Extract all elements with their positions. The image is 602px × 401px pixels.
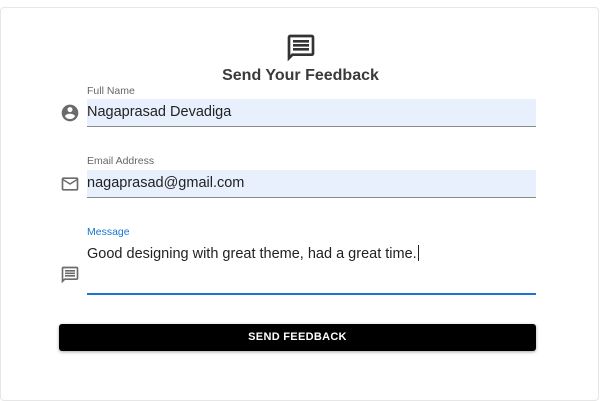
email-field[interactable]: nagaprasad@gmail.com — [87, 170, 536, 198]
email-label: Email Address — [87, 155, 155, 167]
mail-icon — [61, 177, 79, 191]
account-circle-icon — [61, 104, 79, 122]
comment-icon — [61, 266, 79, 284]
form-title: Send Your Feedback — [222, 67, 379, 84]
send-feedback-button[interactable]: SEND FEEDBACK — [59, 324, 536, 351]
message-icon — [287, 34, 315, 62]
full-name-label: Full Name — [87, 85, 135, 97]
email-value: nagaprasad@gmail.com — [87, 175, 245, 191]
full-name-field[interactable]: Nagaprasad Devadiga — [87, 99, 536, 127]
full-name-value: Nagaprasad Devadiga — [87, 104, 232, 120]
message-label: Message — [87, 226, 130, 238]
feedback-card: Send Your Feedback Full Name Nagaprasad … — [0, 7, 599, 401]
message-value: Good designing with great theme, had a g… — [87, 245, 419, 262]
text-caret — [417, 245, 419, 261]
message-field[interactable]: Good designing with great theme, had a g… — [87, 245, 536, 295]
